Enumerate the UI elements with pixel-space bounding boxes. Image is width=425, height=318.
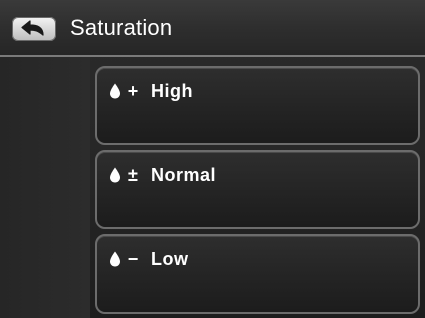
page-title: Saturation <box>70 15 173 40</box>
option-high[interactable]: + High <box>95 66 420 145</box>
back-arrow-icon <box>21 20 44 36</box>
option-row: − Low <box>109 248 189 270</box>
option-label-low: Low <box>151 249 189 269</box>
droplet-icon <box>110 167 120 183</box>
saturation-screen: Saturation + High ± Normal − Low <box>0 0 425 318</box>
saturation-increase-sign: + <box>127 81 139 101</box>
option-label-high: High <box>151 81 193 101</box>
option-row: + High <box>109 80 193 102</box>
option-label-normal: Normal <box>151 165 217 185</box>
option-low[interactable]: − Low <box>95 234 420 314</box>
droplet-icon <box>110 251 120 267</box>
saturation-neutral-sign: ± <box>128 165 138 185</box>
back-button[interactable] <box>12 17 56 41</box>
saturation-decrease-sign: − <box>127 249 139 269</box>
droplet-icon <box>110 83 120 99</box>
option-normal[interactable]: ± Normal <box>95 150 420 229</box>
header-bar: Saturation <box>0 0 425 57</box>
left-rail <box>0 57 90 318</box>
option-row: ± Normal <box>109 164 216 186</box>
